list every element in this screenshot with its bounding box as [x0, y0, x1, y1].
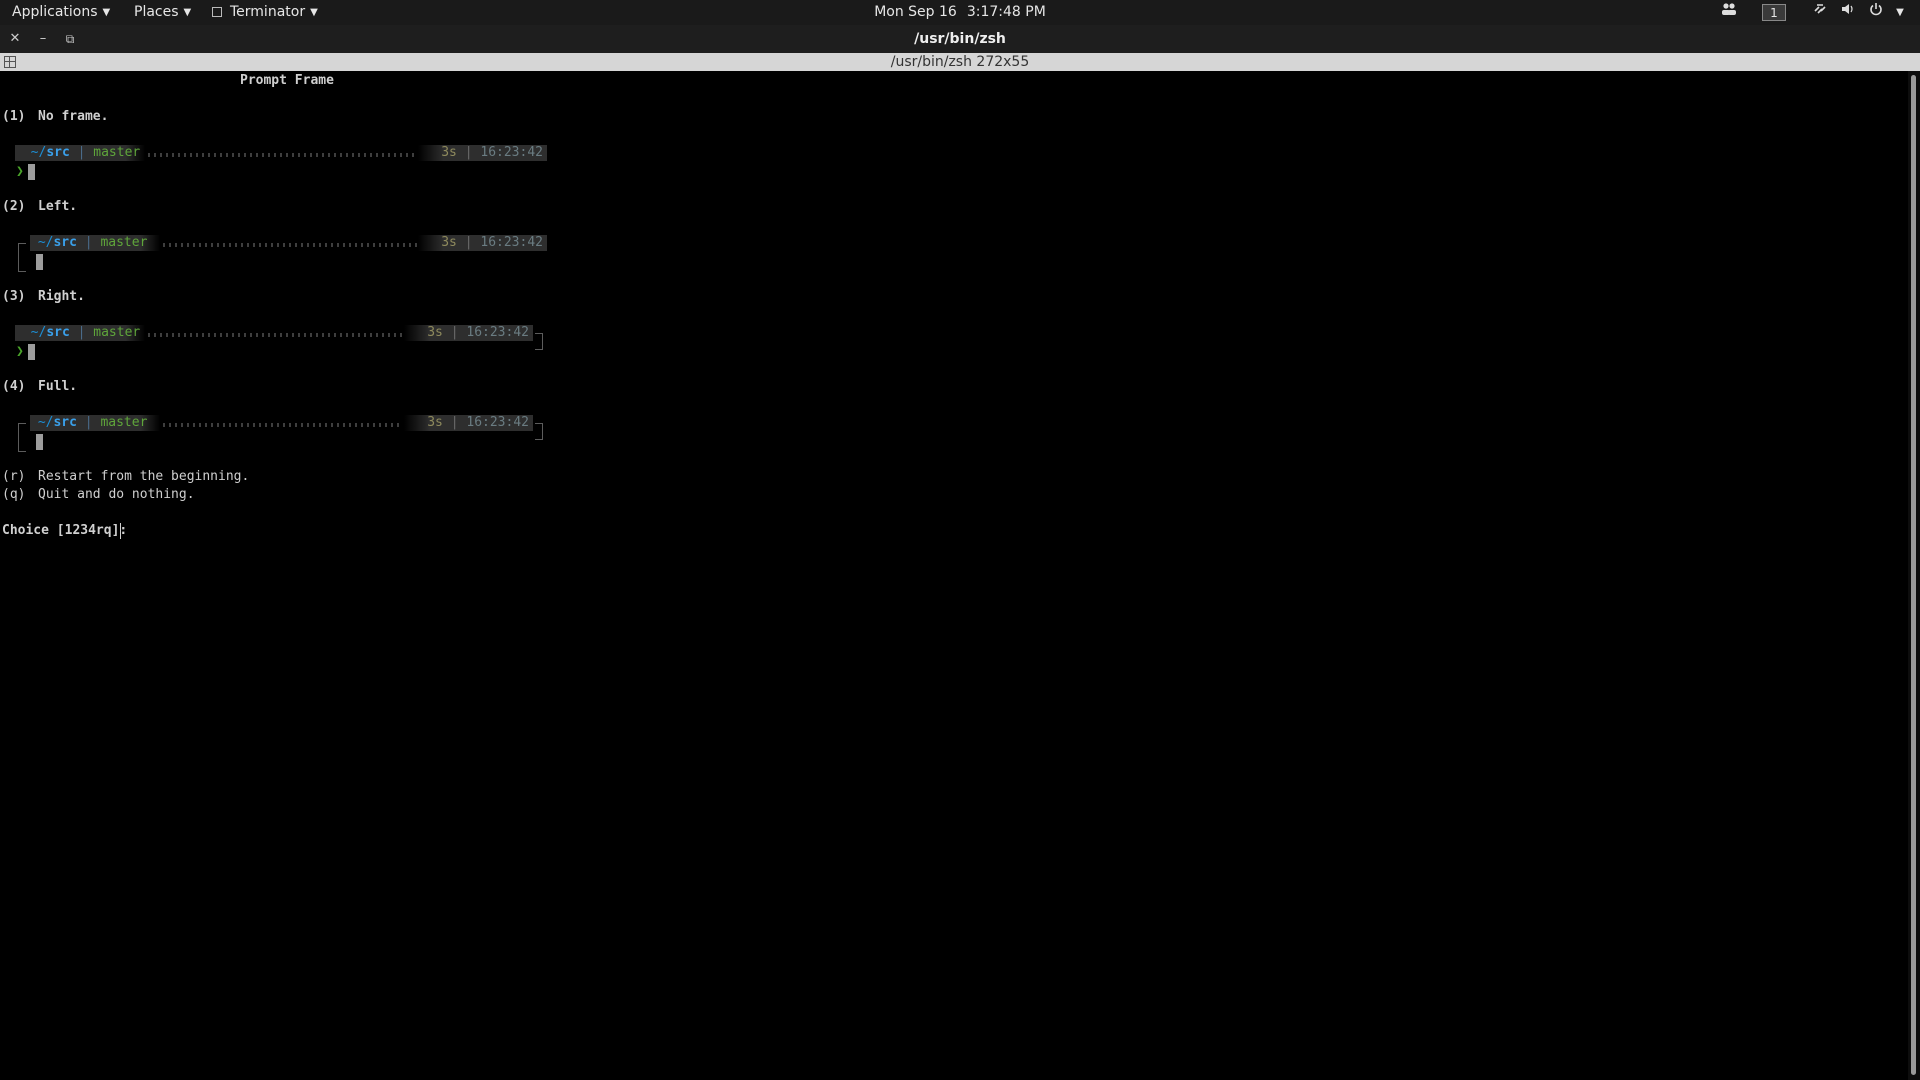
- prompt-left-segment: ~/src | master: [15, 145, 145, 161]
- prompt-dir: ~/src: [30, 325, 70, 340]
- prompt-filler: [163, 423, 403, 427]
- people-icon[interactable]: [1716, 0, 1742, 25]
- prompt-right-segment: 3s | 16:23:42: [404, 325, 533, 341]
- prompt-right-segment: 3s | 16:23:42: [404, 415, 533, 431]
- frame-left-bracket: [18, 423, 26, 452]
- terminal-cursor: [28, 344, 35, 360]
- system-menu-arrow-icon[interactable]: ▼: [1890, 0, 1910, 25]
- top-panel: Applications ▼ Places ▼ Terminator ▼ Mon Se…: [0, 0, 1920, 25]
- prompt-dir: ~/src: [37, 415, 77, 430]
- volume-icon[interactable]: [1838, 0, 1858, 25]
- frame-right-bracket: [535, 423, 543, 440]
- option-label: Quit and do nothing.: [38, 487, 195, 502]
- prompt-dir: ~/src: [37, 235, 77, 250]
- frame-left-bracket: [18, 243, 26, 272]
- prompt-clock: 16:23:42: [466, 415, 529, 430]
- places-menu[interactable]: Places ▼: [134, 0, 191, 25]
- prompt-filler: [163, 243, 418, 247]
- caret-down-icon: ▼: [102, 7, 111, 18]
- option-left: (2) Left.: [2, 198, 77, 216]
- prompt-left-segment: ~/src | master: [30, 415, 160, 431]
- option-key: (q): [2, 487, 26, 502]
- prompt-branch: master: [100, 235, 148, 250]
- option-key: (3): [2, 289, 26, 304]
- prompt-left-segment: ~/src | master: [30, 235, 160, 251]
- prompt-right-segment: 3s | 16:23:42: [418, 235, 547, 251]
- terminal-titlebar[interactable]: /usr/bin/zsh 272x55: [0, 53, 1920, 71]
- option-label: Left.: [38, 199, 78, 214]
- prompt-branch: master: [93, 325, 141, 340]
- window-titlebar[interactable]: ✕ – ⧉ /usr/bin/zsh: [0, 25, 1920, 53]
- option-no-frame: (1) No frame.: [2, 108, 108, 126]
- applications-menu[interactable]: Applications ▼: [12, 0, 110, 25]
- terminal-cursor: [36, 434, 43, 450]
- prompt-duration: 3s: [441, 235, 457, 250]
- terminal-cursor: [36, 254, 43, 270]
- option-right: (3) Right.: [2, 288, 85, 306]
- choice-prompt: Choice [1234rq]:: [2, 523, 128, 538]
- prompt-clock: 16:23:42: [480, 145, 543, 160]
- window-title: /usr/bin/zsh: [914, 31, 1006, 47]
- option-label: No frame.: [38, 109, 109, 124]
- close-icon[interactable]: ✕: [5, 25, 25, 53]
- prompt-right-segment: 3s | 16:23:42: [418, 145, 547, 161]
- terminal-icon: [212, 7, 222, 17]
- clock-date[interactable]: Mon Sep 16: [874, 4, 957, 20]
- wizard-header: Prompt Frame: [240, 73, 334, 88]
- prompt-branch: master: [100, 415, 148, 430]
- terminal-cursor: [28, 164, 35, 180]
- applications-menu-label: Applications: [12, 4, 98, 20]
- prompt-clock: 16:23:42: [480, 235, 543, 250]
- prompt-duration: 3s: [427, 325, 443, 340]
- option-restart: (r) Restart from the beginning.: [2, 468, 249, 486]
- terminal-title: /usr/bin/zsh 272x55: [890, 54, 1030, 70]
- option-key: (2): [2, 199, 26, 214]
- option-quit: (q) Quit and do nothing.: [2, 486, 195, 504]
- option-full: (4) Full.: [2, 378, 77, 396]
- prompt-filler: [148, 153, 418, 157]
- app-menu[interactable]: Terminator ▼: [212, 0, 318, 25]
- terminal-area[interactable]: Prompt Frame (1) No frame. ~/src | master…: [0, 71, 1908, 1080]
- option-key: (r): [2, 469, 26, 484]
- frame-right-bracket: [535, 333, 543, 350]
- minimize-icon[interactable]: –: [33, 25, 53, 53]
- scrollbar-thumb[interactable]: [1911, 75, 1916, 1075]
- prompt-filler: [148, 333, 403, 337]
- network-icon[interactable]: [1810, 0, 1830, 25]
- places-menu-label: Places: [134, 4, 179, 20]
- terminal-scrollbar[interactable]: [1908, 71, 1920, 1080]
- prompt-branch: master: [93, 145, 141, 160]
- prompt-clock: 16:23:42: [466, 325, 529, 340]
- option-label: Restart from the beginning.: [38, 469, 250, 484]
- prompt-dir: ~/src: [30, 145, 70, 160]
- caret-down-icon: ▼: [183, 7, 192, 18]
- input-caret[interactable]: [120, 523, 121, 539]
- caret-down-icon: ▼: [310, 7, 318, 18]
- app-menu-label: Terminator: [230, 4, 306, 20]
- prompt-left-segment: ~/src | master: [15, 325, 145, 341]
- prompt-duration: 3s: [427, 415, 443, 430]
- workspace-indicator[interactable]: 1: [1762, 4, 1786, 21]
- restore-icon[interactable]: ⧉: [60, 25, 80, 53]
- prompt-chevron-icon: ❯: [16, 164, 24, 179]
- power-icon[interactable]: [1866, 0, 1886, 25]
- option-key: (1): [2, 109, 26, 124]
- prompt-duration: 3s: [441, 145, 457, 160]
- option-label: Full.: [38, 379, 78, 394]
- prompt-chevron-icon: ❯: [16, 344, 24, 359]
- option-key: (4): [2, 379, 26, 394]
- clock-time[interactable]: 3:17:48 PM: [967, 4, 1046, 20]
- option-label: Right.: [38, 289, 85, 304]
